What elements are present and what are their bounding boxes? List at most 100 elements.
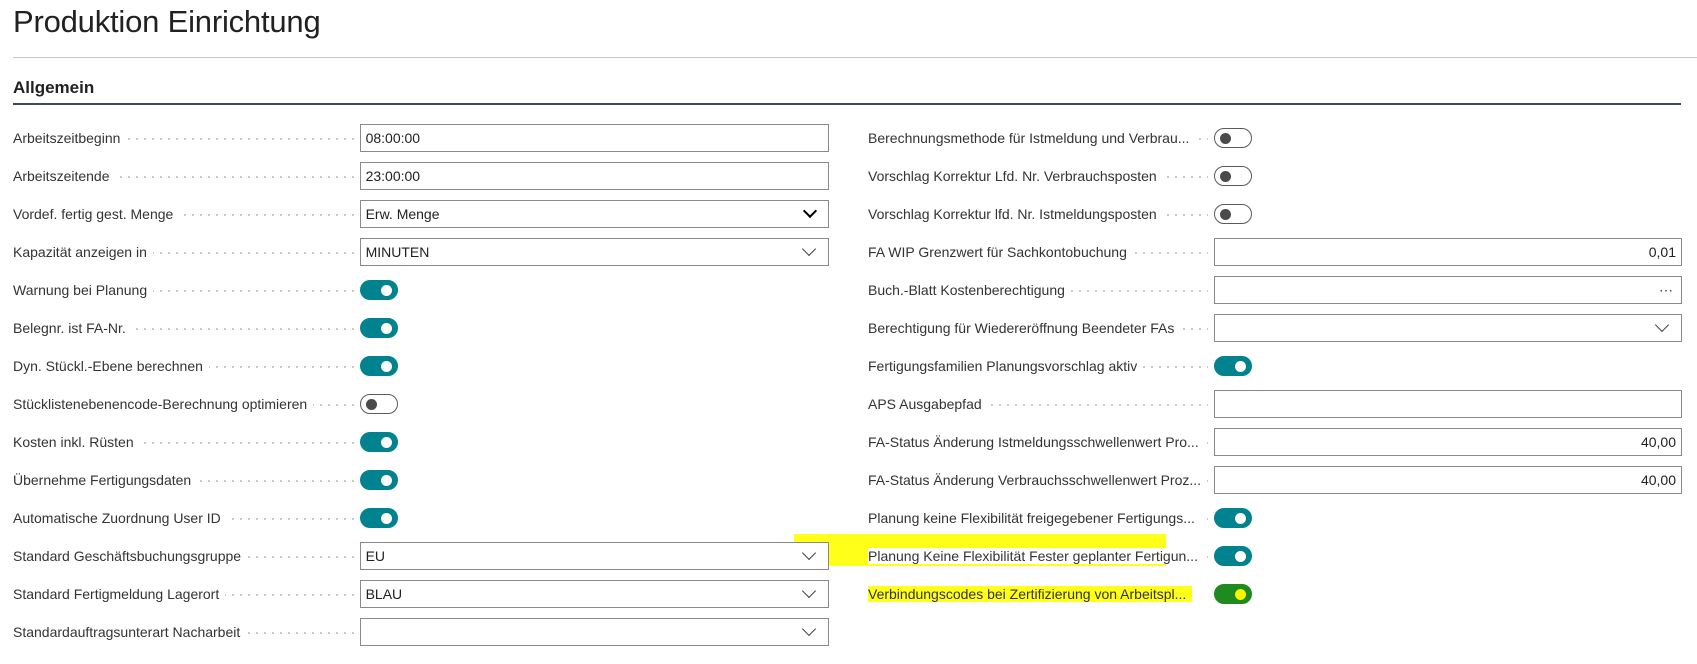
section-divider <box>13 103 1681 105</box>
field-row-fertigungsfamilien-planungsvorschlag-akt: Fertigungsfamilien Planungsvorschlag akt… <box>868 347 1682 385</box>
field-row-arbeitszeitende: Arbeitszeitende 23:00:00 <box>13 157 829 195</box>
input-fa-status-aenderung-verbrauchsschwellenw[interactable]: 40,00 <box>1214 466 1682 494</box>
field-label: Automatische Zuordnung User ID <box>13 510 360 526</box>
field-control <box>1214 204 1682 224</box>
field-label: APS Ausgabepfad <box>868 396 1214 412</box>
title-divider <box>13 57 1697 58</box>
field-label-text: Arbeitszeitbeginn <box>13 130 127 146</box>
field-label-text: Stücklistenebenencode-Berechnung optimie… <box>13 396 314 412</box>
field-value: Erw. Menge <box>365 206 440 222</box>
field-control: MINUTEN <box>359 238 829 266</box>
field-row-berechtigung-fuer-wiedereroeffnung-beend: Berechtigung für Wiedereröffnung Beendet… <box>868 309 1682 347</box>
input-aps-ausgabepfad[interactable] <box>1214 390 1682 418</box>
field-control <box>359 470 829 490</box>
field-label-text: Fertigungsfamilien Planungsvorschlag akt… <box>868 358 1144 374</box>
field-label: Berechtigung für Wiedereröffnung Beendet… <box>868 320 1214 336</box>
field-label: Übernehme Fertigungsdaten <box>13 472 360 488</box>
toggle-planung-keine-flexibilitaet-freigegebene[interactable] <box>1214 508 1252 528</box>
chevron-down-icon[interactable] <box>1654 317 1670 333</box>
field-label-text: Buch.-Blatt Kostenberechtigung <box>868 282 1071 298</box>
chevron-down-icon[interactable] <box>801 241 817 257</box>
field-row-arbeitszeitbeginn: Arbeitszeitbeginn 08:00:00 <box>13 119 829 157</box>
toggle-uebernehme-fertigungsdaten[interactable] <box>359 470 398 490</box>
right-field-column: Berechnungsmethode für Istmeldung und Ve… <box>868 119 1682 613</box>
toggle-knob <box>1220 171 1231 182</box>
field-value: EU <box>365 548 386 564</box>
field-label-text: Standardauftragsunterart Nacharbeit <box>13 624 247 640</box>
toggle-warnung-bei-planung[interactable] <box>359 280 398 300</box>
toggle-planung-keine-flexibilitaet-fester-gepla[interactable] <box>1214 546 1252 566</box>
toggle-vorschlag-korrektur-lfd-nr-istmeldungspo[interactable] <box>1214 204 1252 224</box>
chevron-down-icon[interactable] <box>801 583 817 599</box>
field-label: Berechnungsmethode für Istmeldung und Ve… <box>868 130 1214 146</box>
field-label-text: Dyn. Stückl.-Ebene berechnen <box>13 358 209 374</box>
page-title: Produktion Einrichtung <box>13 4 321 39</box>
toggle-kosten-inkl-ruesten[interactable] <box>359 432 398 452</box>
field-label-text: Kapazität anzeigen in <box>13 244 153 260</box>
lookup-ellipsis-icon[interactable]: ⋯ <box>1659 282 1674 299</box>
field-row-belegnr-ist-fa-nr: Belegnr. ist FA-Nr. <box>13 309 829 347</box>
toggle-verbindungscodes-bei-zertifizierung-von-[interactable] <box>1214 584 1252 604</box>
field-label: Standardauftragsunterart Nacharbeit <box>13 624 360 640</box>
input-fa-wip-grenzwert-fuer-sachkontobuchung[interactable]: 0,01 <box>1214 238 1682 266</box>
field-row-kapazitaet-anzeigen-in: Kapazität anzeigen in MINUTEN <box>13 233 829 271</box>
toggle-automatische-zuordnung-user-id[interactable] <box>359 508 398 528</box>
chevron-down-icon[interactable] <box>801 621 817 637</box>
field-value: 40,00 <box>1640 472 1676 488</box>
field-label: Warnung bei Planung <box>13 282 360 298</box>
field-label-text: Standard Fertigmeldung Lagerort <box>13 586 226 602</box>
field-control: 0,01 <box>1214 238 1682 266</box>
field-row-warnung-bei-planung: Warnung bei Planung <box>13 271 829 309</box>
toggle-knob <box>380 437 392 448</box>
field-value: 40,00 <box>1640 434 1676 450</box>
toggle-stuecklistenebenencode-berechnung-optimi[interactable] <box>359 394 398 414</box>
section-title-allgemein[interactable]: Allgemein <box>13 78 94 98</box>
field-row-vordef-fertig-gest-menge: Vordef. fertig gest. Menge Erw. Menge <box>13 195 829 233</box>
field-row-planung-keine-flexibilitaet-freigegebene: Planung keine Flexibilität freigegebener… <box>868 499 1682 537</box>
toggle-dyn-stueckl-ebene-berechnen[interactable] <box>359 356 398 376</box>
dropdown-vordef-fertig-gest-menge[interactable]: Erw. Menge <box>359 200 829 228</box>
input-arbeitszeitbeginn[interactable]: 08:00:00 <box>359 124 829 152</box>
field-control <box>1214 584 1682 604</box>
lookup-buch-blatt-kostenberechtigung[interactable]: ⋯ <box>1214 276 1682 304</box>
field-label: Vorschlag Korrektur Lfd. Nr. Verbrauchsp… <box>868 168 1214 184</box>
dropdown-standardauftragsunterart-nacharbeit[interactable] <box>359 618 829 646</box>
field-label-text: FA WIP Grenzwert für Sachkontobuchung <box>868 244 1133 260</box>
field-label-text: Planung keine Flexibilität freigegebener… <box>868 510 1201 526</box>
field-control <box>1214 166 1682 186</box>
field-control <box>1214 390 1682 418</box>
field-row-vorschlag-korrektur-lfd-nr-verbrauchspos: Vorschlag Korrektur Lfd. Nr. Verbrauchsp… <box>868 157 1682 195</box>
field-control: ⋯ <box>1214 276 1682 304</box>
field-label-text: Kosten inkl. Rüsten <box>13 434 140 450</box>
chevron-down-icon[interactable] <box>801 545 817 561</box>
toggle-knob <box>380 513 392 524</box>
field-label: Vorschlag Korrektur lfd. Nr. Istmeldungs… <box>868 206 1214 222</box>
toggle-vorschlag-korrektur-lfd-nr-verbrauchspos[interactable] <box>1214 166 1252 186</box>
input-fa-status-aenderung-istmeldungsschwellen[interactable]: 40,00 <box>1214 428 1682 456</box>
field-control: 40,00 <box>1214 428 1682 456</box>
field-label-text: FA-Status Änderung Istmeldungsschwellenw… <box>868 434 1205 450</box>
field-row-kosten-inkl-ruesten: Kosten inkl. Rüsten <box>13 423 829 461</box>
field-control: BLAU <box>359 580 829 608</box>
field-control: 23:00:00 <box>359 162 829 190</box>
dropdown-standard-fertigmeldung-lagerort[interactable]: BLAU <box>359 580 829 608</box>
chevron-down-icon[interactable] <box>802 203 818 219</box>
field-control <box>359 432 829 452</box>
field-row-vorschlag-korrektur-lfd-nr-istmeldungspo: Vorschlag Korrektur lfd. Nr. Istmeldungs… <box>868 195 1682 233</box>
field-label: Fertigungsfamilien Planungsvorschlag akt… <box>868 358 1214 374</box>
field-label-text: Arbeitszeitende <box>13 168 116 184</box>
dropdown-standard-geschaeftsbuchungsgruppe[interactable]: EU <box>359 542 829 570</box>
field-label: Kapazität anzeigen in <box>13 244 360 260</box>
field-label: Kosten inkl. Rüsten <box>13 434 360 450</box>
dropdown-berechtigung-fuer-wiedereroeffnung-beend[interactable] <box>1214 314 1682 342</box>
dropdown-kapazitaet-anzeigen-in[interactable]: MINUTEN <box>359 238 829 266</box>
field-row-dyn-stueckl-ebene-berechnen: Dyn. Stückl.-Ebene berechnen <box>13 347 829 385</box>
toggle-knob <box>1235 361 1246 372</box>
input-arbeitszeitende[interactable]: 23:00:00 <box>359 162 829 190</box>
field-row-standard-geschaeftsbuchungsgruppe: Standard Geschäftsbuchungsgruppe EU <box>13 537 829 575</box>
toggle-belegnr-ist-fa-nr[interactable] <box>359 318 398 338</box>
toggle-berechnungsmethode-fuer-istmeldung-und-v[interactable] <box>1214 128 1252 148</box>
field-control <box>359 618 829 646</box>
toggle-fertigungsfamilien-planungsvorschlag-akt[interactable] <box>1214 356 1252 376</box>
field-label-text: Belegnr. ist FA-Nr. <box>13 320 132 336</box>
